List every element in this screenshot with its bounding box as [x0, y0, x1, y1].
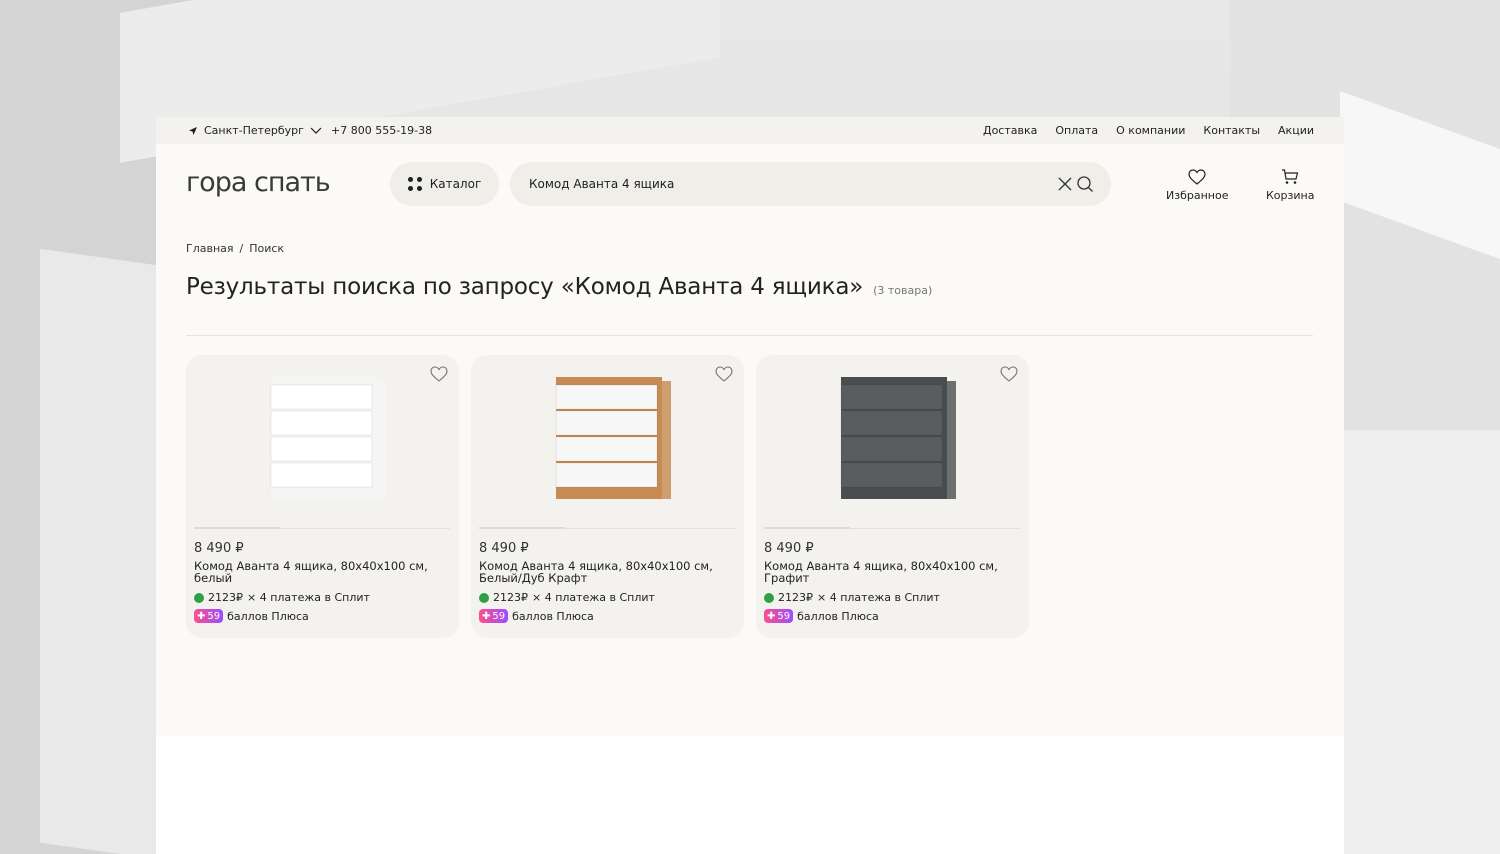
heart-icon[interactable]: [430, 366, 448, 382]
dresser-drawer: [555, 436, 658, 462]
page-footer-area: [156, 736, 1344, 854]
dresser-drawer: [270, 384, 373, 410]
product-image[interactable]: [826, 375, 959, 503]
card-divider-accent: [479, 527, 565, 529]
product-name[interactable]: Комод Аванта 4 ящика, 80х40х100 см, белы…: [194, 560, 444, 584]
results-count: (3 товара): [873, 284, 933, 297]
dresser-drawer: [270, 436, 373, 462]
dresser-drawer: [555, 384, 658, 410]
split-text: × 4 платежа в Сплит: [532, 591, 655, 604]
product-card[interactable]: 8 490 ₽ Комод Аванта 4 ящика, 80х40х100 …: [471, 355, 744, 638]
search-input[interactable]: [529, 177, 1029, 191]
plus-text: баллов Плюса: [512, 609, 594, 623]
product-price: 8 490 ₽: [764, 541, 814, 556]
chevron-down-icon: [310, 127, 322, 134]
split-text: × 4 платежа в Сплит: [817, 591, 940, 604]
plus-points: 59: [492, 610, 506, 622]
page-title: Результаты поиска по запросу «Комод Аван…: [186, 274, 864, 300]
breadcrumb: Главная / Поиск: [186, 242, 284, 255]
dresser-drawer: [840, 410, 943, 436]
product-price: 8 490 ₽: [194, 541, 244, 556]
dresser-drawer: [270, 462, 373, 488]
dresser-side: [662, 381, 671, 499]
split-amount: 2123₽: [493, 591, 528, 604]
plus-badge: ✚ 59: [194, 609, 224, 623]
dresser-drawer: [840, 384, 943, 410]
nav-promotions-link[interactable]: Акции: [1278, 124, 1314, 137]
dresser-drawer: [840, 436, 943, 462]
split-logo-icon: [194, 592, 204, 603]
plus-points: 59: [777, 610, 791, 622]
website-page: Санкт-Петербург +7 800 555-19-38 Доставк…: [156, 117, 1344, 854]
plus-icon: ✚: [482, 610, 491, 622]
catalog-label: Каталог: [429, 177, 482, 191]
split-payment-info: 2123₽ × 4 платежа в Сплит: [764, 591, 940, 604]
heart-icon[interactable]: [1000, 366, 1018, 382]
dresser-drawer: [270, 410, 373, 436]
cart-button[interactable]: Корзина: [1266, 169, 1314, 202]
split-payment-info: 2123₽ × 4 платежа в Сплит: [479, 591, 655, 604]
dresser-side: [377, 381, 386, 499]
dresser-drawer: [840, 462, 943, 488]
heart-icon: [1188, 169, 1206, 185]
product-image[interactable]: [256, 375, 389, 503]
split-payment-info: 2123₽ × 4 платежа в Сплит: [194, 591, 370, 604]
favorites-label: Избранное: [1166, 189, 1229, 202]
nav-payment-link[interactable]: Оплата: [1055, 124, 1098, 137]
plus-badge: ✚ 59: [764, 609, 794, 623]
catalog-button[interactable]: Каталог: [390, 162, 499, 206]
plus-text: баллов Плюса: [797, 609, 879, 623]
close-icon[interactable]: [1057, 176, 1073, 192]
plus-text: баллов Плюса: [227, 609, 309, 623]
breadcrumb-home-link[interactable]: Главная: [186, 242, 234, 255]
card-divider-accent: [194, 527, 280, 529]
phone-link[interactable]: +7 800 555-19-38: [331, 124, 432, 137]
favorites-button[interactable]: Избранное: [1166, 169, 1228, 202]
plus-icon: ✚: [767, 610, 776, 622]
grid-dots-icon: [407, 177, 422, 191]
location-arrow-icon: [189, 126, 197, 135]
search-bar: [510, 162, 1111, 206]
product-name[interactable]: Комод Аванта 4 ящика, 80х40х100 см, Граф…: [764, 560, 1014, 584]
product-image[interactable]: [541, 375, 674, 503]
product-price: 8 490 ₽: [479, 541, 529, 556]
heart-icon[interactable]: [715, 366, 733, 382]
divider: [186, 335, 1313, 336]
cart-label: Корзина: [1266, 189, 1315, 202]
cart-icon: [1282, 169, 1299, 184]
dresser-drawer: [555, 410, 658, 436]
plus-icon: ✚: [197, 610, 206, 622]
nav-contacts-link[interactable]: Контакты: [1203, 124, 1260, 137]
split-amount: 2123₽: [778, 591, 813, 604]
results-header: Результаты поиска по запросу «Комод Аван…: [186, 274, 932, 300]
breadcrumb-current: Поиск: [249, 242, 285, 255]
split-text: × 4 платежа в Сплит: [247, 591, 370, 604]
city-label: Санкт-Петербург: [204, 124, 304, 137]
split-amount: 2123₽: [208, 591, 243, 604]
plus-points-info: ✚ 59 баллов Плюса: [194, 609, 309, 623]
top-bar: Санкт-Петербург +7 800 555-19-38 Доставк…: [156, 117, 1344, 144]
product-name[interactable]: Комод Аванта 4 ящика, 80х40х100 см, Белы…: [479, 560, 729, 584]
split-logo-icon: [764, 592, 774, 603]
top-nav: Доставка Оплата О компании Контакты Акци…: [983, 124, 1314, 137]
plus-points-info: ✚ 59 баллов Плюса: [479, 609, 594, 623]
breadcrumb-separator: /: [239, 242, 244, 255]
site-logo[interactable]: гора спать: [186, 167, 331, 198]
plus-badge: ✚ 59: [479, 609, 509, 623]
split-logo-icon: [479, 592, 489, 603]
search-icon[interactable]: [1076, 175, 1094, 193]
product-card[interactable]: 8 490 ₽ Комод Аванта 4 ящика, 80х40х100 …: [756, 355, 1029, 638]
nav-delivery-link[interactable]: Доставка: [983, 124, 1037, 137]
dresser-side: [947, 381, 956, 499]
card-divider-accent: [764, 527, 850, 529]
plus-points: 59: [207, 610, 221, 622]
product-card[interactable]: 8 490 ₽ Комод Аванта 4 ящика, 80х40х100 …: [186, 355, 459, 638]
plus-points-info: ✚ 59 баллов Плюса: [764, 609, 879, 623]
dresser-drawer: [555, 462, 658, 488]
nav-about-link[interactable]: О компании: [1116, 124, 1185, 137]
city-selector[interactable]: Санкт-Петербург: [188, 124, 322, 137]
